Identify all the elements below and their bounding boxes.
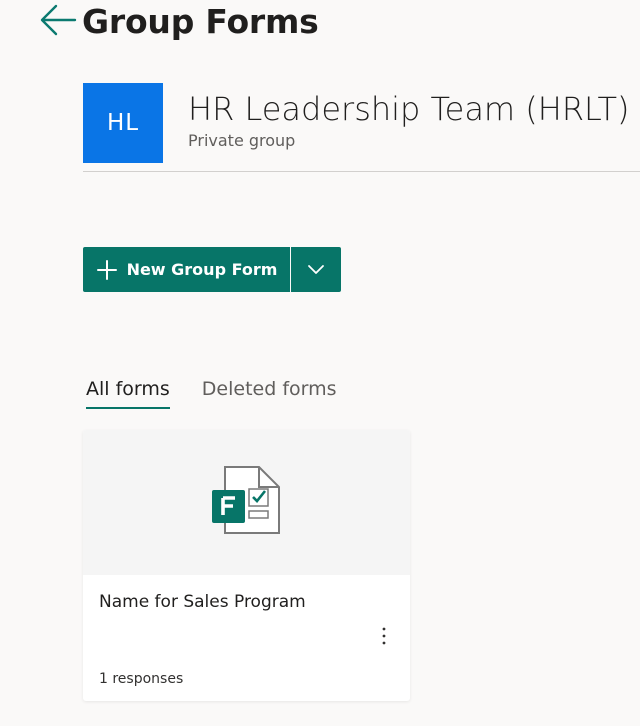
form-card[interactable]: Name for Sales Program 1 responses	[83, 430, 410, 701]
new-form-dropdown-button[interactable]	[291, 247, 341, 292]
back-button[interactable]	[38, 2, 78, 42]
chevron-down-icon	[307, 260, 325, 279]
plus-icon	[96, 259, 118, 281]
form-card-thumbnail	[83, 430, 410, 575]
more-vertical-icon	[382, 626, 386, 650]
new-form-split-button: New Group Form	[83, 247, 341, 292]
group-name: HR Leadership Team (HRLT)	[188, 90, 630, 128]
form-card-responses: 1 responses	[99, 671, 184, 687]
page-title: Group Forms	[82, 2, 319, 41]
tab-deleted-forms[interactable]: Deleted forms	[202, 378, 337, 409]
group-type: Private group	[188, 131, 296, 150]
form-card-title: Name for Sales Program	[99, 592, 306, 612]
arrow-left-icon	[39, 3, 77, 41]
more-options-button[interactable]	[374, 626, 394, 650]
group-avatar: HL	[83, 83, 163, 163]
header: Group Forms	[38, 0, 319, 44]
new-group-form-label: New Group Form	[126, 260, 278, 279]
forms-file-icon	[209, 463, 285, 543]
tab-all-forms[interactable]: All forms	[86, 378, 170, 409]
group-info: HL HR Leadership Team (HRLT) Private gro…	[83, 83, 630, 163]
group-text: HR Leadership Team (HRLT) Private group	[188, 89, 630, 150]
new-group-form-button[interactable]: New Group Form	[83, 247, 290, 292]
divider	[83, 171, 640, 172]
form-tabs: All forms Deleted forms	[86, 378, 369, 409]
